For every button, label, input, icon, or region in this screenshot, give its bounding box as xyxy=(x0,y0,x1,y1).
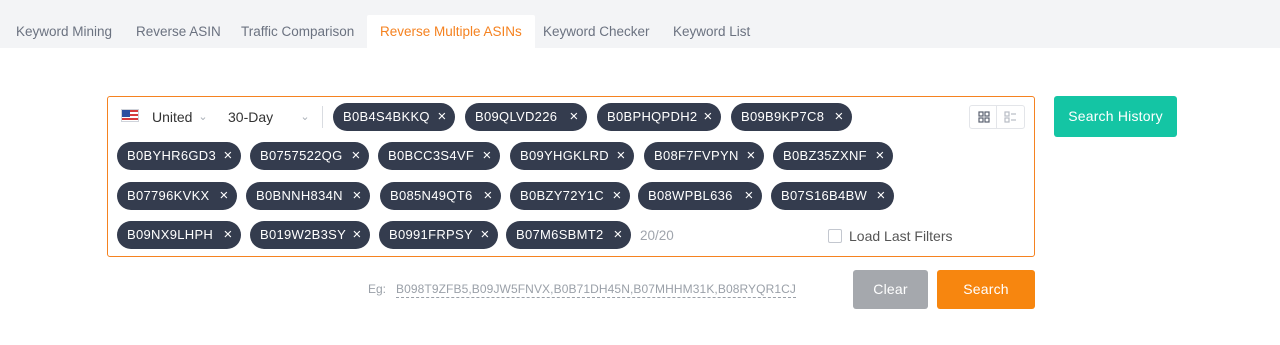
asin-chip: B07S16B4BW × xyxy=(771,182,894,210)
period-select[interactable]: 30-Day xyxy=(228,107,273,127)
asin-chip-label: B09NX9LHPH xyxy=(127,227,214,242)
us-flag-icon xyxy=(121,109,139,122)
close-icon[interactable]: × xyxy=(743,182,755,210)
close-icon[interactable]: × xyxy=(611,182,623,210)
close-icon[interactable]: × xyxy=(218,182,230,210)
asin-chip: B07M6SBMT2 × xyxy=(506,221,631,249)
asin-chip-label: B0B4S4BKKQ xyxy=(343,109,430,124)
asin-chip: B0B4S4BKKQ × xyxy=(333,103,455,131)
tab-keyword-checker[interactable]: Keyword Checker xyxy=(543,15,650,49)
search-history-button[interactable]: Search History xyxy=(1054,96,1177,137)
tool-tab-bar: Keyword Mining Reverse ASIN Traffic Comp… xyxy=(0,0,1280,49)
asin-chip-label: B085N49QT6 xyxy=(390,188,473,203)
asin-chip: B0BCC3S4VF × xyxy=(378,142,500,170)
asin-chip-label: B0BZY72Y1C xyxy=(520,188,604,203)
asin-chip: B085N49QT6 × xyxy=(380,182,501,210)
asin-chip: B08F7FVPYN × xyxy=(644,142,764,170)
load-last-filters-checkbox[interactable] xyxy=(828,229,842,243)
close-icon[interactable]: × xyxy=(222,221,234,249)
close-icon[interactable]: × xyxy=(833,103,845,131)
asin-chip-label: B09YHGKLRD xyxy=(520,148,609,163)
tab-reverse-multiple-asins[interactable]: Reverse Multiple ASINs xyxy=(367,15,535,49)
load-last-filters-label[interactable]: Load Last Filters xyxy=(849,226,953,246)
asin-chip: B09YHGKLRD × xyxy=(510,142,634,170)
asin-chip: B0991FRPSY × xyxy=(379,221,498,249)
close-icon[interactable]: × xyxy=(615,142,627,170)
close-icon[interactable]: × xyxy=(479,221,491,249)
asin-chip-label: B0BYHR6GD3 xyxy=(127,148,216,163)
asin-chip: B0BPHQPDH2 × xyxy=(597,103,721,131)
close-icon[interactable]: × xyxy=(351,221,363,249)
asin-chip: B0BZY72Y1C × xyxy=(510,182,630,210)
close-icon[interactable]: × xyxy=(568,103,580,131)
close-icon[interactable]: × xyxy=(481,142,493,170)
close-icon[interactable]: × xyxy=(745,142,757,170)
asin-chip-label: B0757522QG xyxy=(260,148,343,163)
asin-chip-label: B019W2B3SY xyxy=(260,227,347,242)
asin-chip-label: B08WPBL636 xyxy=(648,188,733,203)
close-icon[interactable]: × xyxy=(351,182,363,210)
example-asins-link[interactable]: B098T9ZFB5,B09JW5FNVX,B0B71DH45N,B07MHHM… xyxy=(396,281,797,298)
clear-button[interactable]: Clear xyxy=(853,270,928,309)
marketplace-select[interactable]: United xyxy=(152,107,192,127)
asin-chip: B0BYHR6GD3 × xyxy=(117,142,241,170)
asin-chip: B0BNNH834N × xyxy=(246,182,370,210)
asin-chip-label: B0BNNH834N xyxy=(256,188,343,203)
tab-keyword-mining[interactable]: Keyword Mining xyxy=(16,15,112,49)
divider xyxy=(322,106,323,128)
close-icon[interactable]: × xyxy=(222,142,234,170)
tab-traffic-comparison[interactable]: Traffic Comparison xyxy=(241,15,354,49)
asin-chip-label: B08F7FVPYN xyxy=(654,148,739,163)
asin-chip-label: B07M6SBMT2 xyxy=(516,227,604,242)
close-icon[interactable]: × xyxy=(875,182,887,210)
chevron-down-icon: ⌄ xyxy=(198,111,208,123)
close-icon[interactable]: × xyxy=(702,103,714,131)
close-icon[interactable]: × xyxy=(612,221,624,249)
close-icon[interactable]: × xyxy=(874,142,886,170)
grid-view-icon[interactable] xyxy=(970,106,997,128)
asin-chip-label: B07796KVKX xyxy=(127,188,210,203)
chevron-down-icon: ⌄ xyxy=(300,111,310,123)
example-label: Eg: xyxy=(368,282,387,296)
view-toggle xyxy=(969,105,1025,129)
list-view-icon[interactable] xyxy=(997,106,1024,128)
asin-chip: B09B9KP7C8 × xyxy=(731,103,852,131)
asin-chip-label: B09B9KP7C8 xyxy=(741,109,825,124)
asin-chip: B07796KVKX × xyxy=(117,182,237,210)
asin-chip-label: B0BPHQPDH2 xyxy=(607,109,698,124)
close-icon[interactable]: × xyxy=(482,182,494,210)
asin-chip-label: B0BZ35ZXNF xyxy=(783,148,867,163)
asin-chip-label: B0991FRPSY xyxy=(389,227,473,242)
asin-chip: B019W2B3SY × xyxy=(250,221,370,249)
asin-chip: B0BZ35ZXNF × xyxy=(773,142,893,170)
close-icon[interactable]: × xyxy=(350,142,362,170)
asin-chip-label: B07S16B4BW xyxy=(781,188,868,203)
asin-counter: 20/20 xyxy=(640,228,674,243)
asin-chip: B09QLVD226 × xyxy=(465,103,587,131)
tab-keyword-list[interactable]: Keyword List xyxy=(673,15,750,49)
asin-chip-label: B0BCC3S4VF xyxy=(388,148,475,163)
asin-chip: B0757522QG × xyxy=(250,142,369,170)
asin-chip: B08WPBL636 × xyxy=(638,182,762,210)
asin-chip: B09NX9LHPH × xyxy=(117,221,241,249)
close-icon[interactable]: × xyxy=(436,103,448,131)
search-button[interactable]: Search xyxy=(937,270,1035,309)
asin-chip-label: B09QLVD226 xyxy=(475,109,558,124)
tab-reverse-asin[interactable]: Reverse ASIN xyxy=(136,15,221,49)
